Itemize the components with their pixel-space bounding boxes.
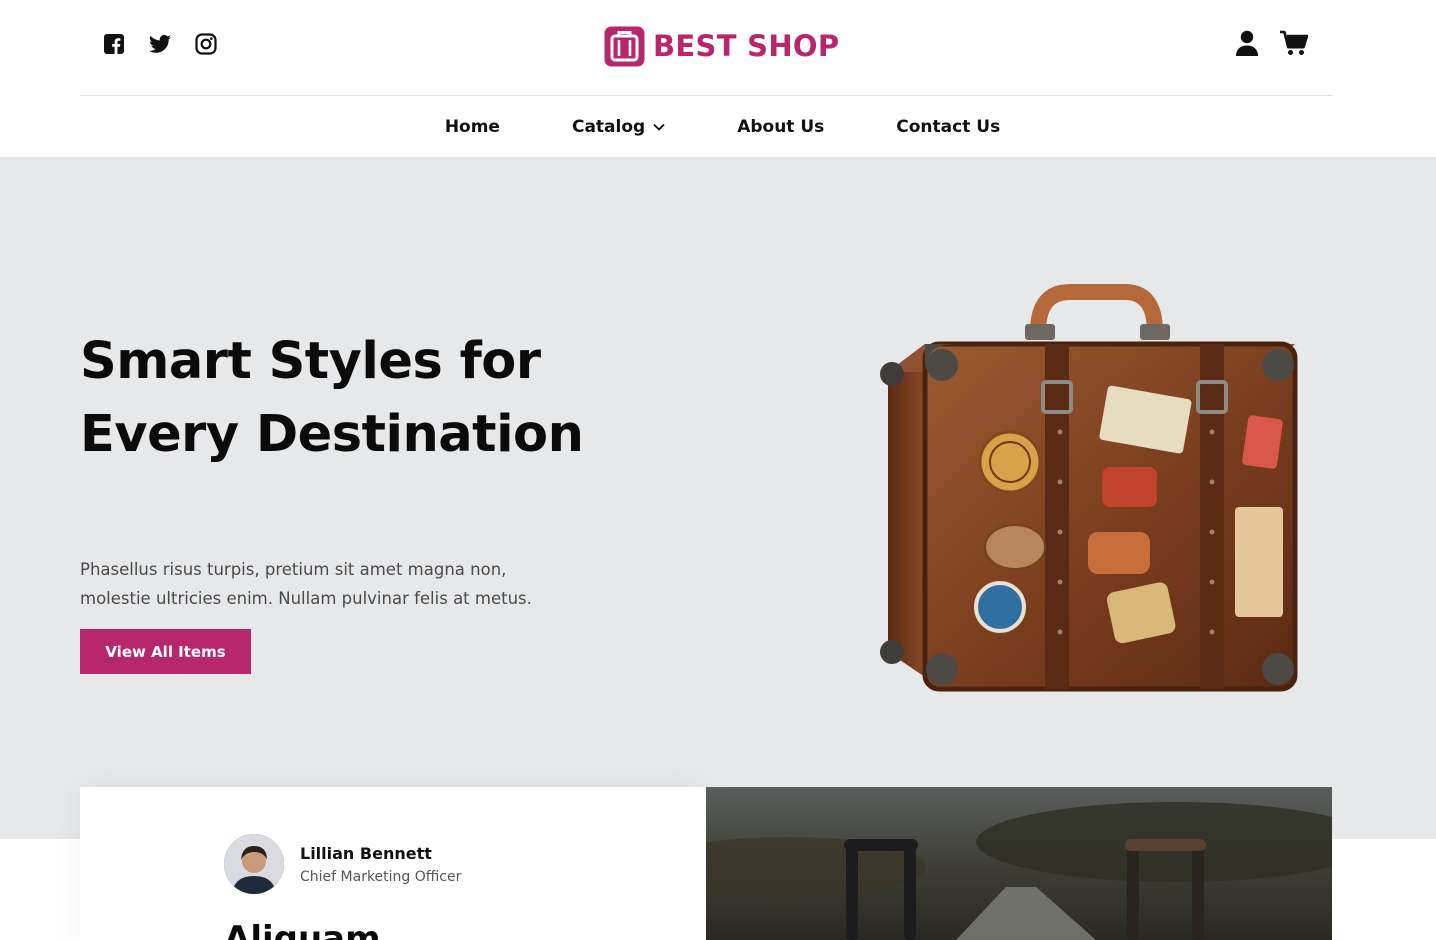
site-header: BEST SHOP Home Catalog About Us Contact … <box>0 0 1436 157</box>
header-topbar: BEST SHOP <box>80 0 1332 96</box>
site-logo[interactable]: BEST SHOP <box>604 26 839 67</box>
nav-item-home[interactable]: Home <box>445 117 500 137</box>
view-all-items-button[interactable]: View All Items <box>80 629 251 674</box>
nav-item-about-us[interactable]: About Us <box>737 117 824 137</box>
hero-description: Phasellus risus turpis, pretium sit amet… <box>80 560 532 608</box>
nav-item-label: About Us <box>737 117 825 137</box>
nav-list: Home Catalog About Us Contact Us <box>445 117 1000 137</box>
suitcase-image <box>870 282 1310 702</box>
main-nav: Home Catalog About Us Contact Us <box>0 97 1436 157</box>
nav-item-contact-us[interactable]: Contact Us <box>896 117 1000 137</box>
avatar <box>224 834 284 894</box>
social-links <box>102 32 218 56</box>
cart-icon[interactable] <box>1280 30 1308 56</box>
hero-section: Smart Styles for Every Destination Phase… <box>0 157 1436 839</box>
shopping-bag-icon <box>604 26 645 67</box>
nav-item-label: Catalog <box>571 117 646 137</box>
testimonial-card: Lillian Bennett Chief Marketing Officer … <box>80 787 706 940</box>
instagram-icon[interactable] <box>194 32 218 56</box>
user-icon[interactable] <box>1236 30 1258 56</box>
header-actions <box>1236 30 1308 56</box>
hero-title: Smart Styles for Every Destination <box>80 332 584 464</box>
chevron-down-icon <box>653 123 665 131</box>
logo-text: BEST SHOP <box>653 29 840 63</box>
nav-item-label: Contact Us <box>896 117 1001 137</box>
twitter-icon[interactable] <box>148 32 172 56</box>
nav-item-catalog[interactable]: Catalog <box>572 117 665 137</box>
person-role: Chief Marketing Officer <box>300 869 462 885</box>
nav-item-label: Home <box>444 117 500 137</box>
person-name: Lillian Bennett <box>300 844 432 863</box>
article-heading: Aliquam <box>224 919 381 940</box>
suitcases-road-photo <box>706 787 1332 940</box>
facebook-icon[interactable] <box>102 32 126 56</box>
